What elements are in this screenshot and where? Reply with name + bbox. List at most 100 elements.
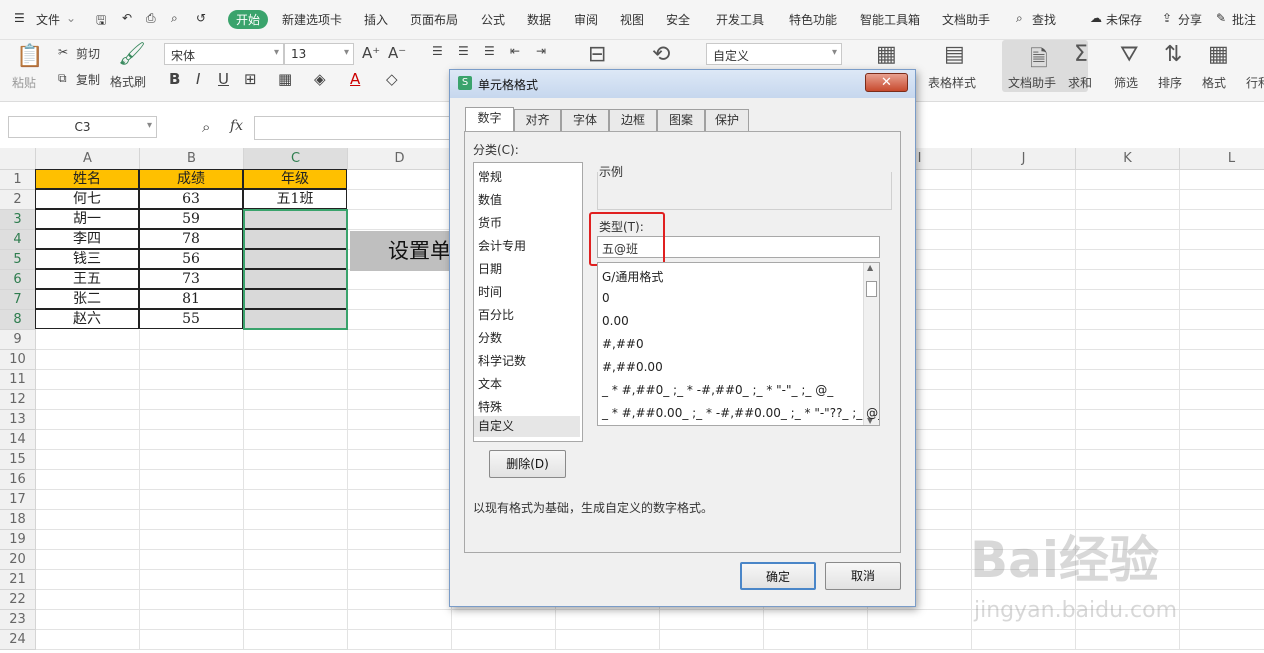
- cell[interactable]: [348, 290, 452, 310]
- row-header-7[interactable]: 7: [0, 290, 36, 310]
- row-header-3[interactable]: 3: [0, 210, 36, 230]
- category-item[interactable]: 百分比: [478, 306, 514, 323]
- font-size-select[interactable]: 13: [284, 43, 354, 65]
- category-item[interactable]: 时间: [478, 283, 502, 300]
- tab-review[interactable]: 审阅: [574, 11, 598, 28]
- cell[interactable]: [140, 630, 244, 650]
- cell[interactable]: [972, 350, 1076, 370]
- cell[interactable]: [36, 550, 140, 570]
- cell[interactable]: [36, 430, 140, 450]
- row-header-11[interactable]: 11: [0, 370, 36, 390]
- row-header-19[interactable]: 19: [0, 530, 36, 550]
- cell[interactable]: [972, 210, 1076, 230]
- cell[interactable]: [1076, 230, 1180, 250]
- bold-icon[interactable]: B: [169, 70, 180, 88]
- cell[interactable]: [972, 270, 1076, 290]
- row-header-18[interactable]: 18: [0, 510, 36, 530]
- cell[interactable]: [244, 510, 348, 530]
- undo-history-icon[interactable]: ↶: [122, 11, 132, 25]
- cell[interactable]: [764, 610, 868, 630]
- rowcol-button[interactable]: 行和: [1246, 74, 1264, 91]
- tab-data[interactable]: 数据: [527, 11, 551, 28]
- row-header-5[interactable]: 5: [0, 250, 36, 270]
- name-box[interactable]: C3: [8, 116, 157, 138]
- cell[interactable]: [36, 490, 140, 510]
- cell[interactable]: [36, 590, 140, 610]
- row-header-13[interactable]: 13: [0, 410, 36, 430]
- dialog-tab[interactable]: 字体: [561, 109, 609, 131]
- cell[interactable]: [36, 350, 140, 370]
- cell[interactable]: [140, 350, 244, 370]
- format-item[interactable]: 0.00: [602, 314, 629, 328]
- cell[interactable]: [348, 410, 452, 430]
- row-header-17[interactable]: 17: [0, 490, 36, 510]
- row-header-1[interactable]: 1: [0, 170, 36, 190]
- cell[interactable]: [36, 390, 140, 410]
- cell[interactable]: [140, 430, 244, 450]
- print-icon[interactable]: ⎙: [146, 11, 156, 26]
- cell[interactable]: [244, 630, 348, 650]
- merge-icon[interactable]: ⊟: [588, 42, 606, 67]
- cell[interactable]: [1180, 430, 1264, 450]
- unsaved-status[interactable]: 未保存: [1106, 11, 1142, 28]
- cell[interactable]: [556, 630, 660, 650]
- cell[interactable]: [348, 550, 452, 570]
- tab-home[interactable]: 开始: [228, 10, 269, 29]
- cell[interactable]: [972, 370, 1076, 390]
- file-menu[interactable]: 文件: [36, 11, 60, 28]
- cell[interactable]: [140, 590, 244, 610]
- table-cell[interactable]: 胡一: [35, 209, 139, 229]
- cell[interactable]: [1180, 350, 1264, 370]
- cell[interactable]: [348, 430, 452, 450]
- tab-features[interactable]: 特色功能: [789, 11, 837, 28]
- cell[interactable]: [36, 370, 140, 390]
- format-item[interactable]: 0: [602, 291, 610, 305]
- table-cell[interactable]: 钱三: [35, 249, 139, 269]
- category-item[interactable]: 自定义: [474, 416, 580, 437]
- indent-decrease-icon[interactable]: ⇤: [510, 44, 520, 58]
- row-header-24[interactable]: 24: [0, 630, 36, 650]
- cell[interactable]: [348, 190, 452, 210]
- category-item[interactable]: 会计专用: [478, 237, 526, 254]
- cell[interactable]: [244, 470, 348, 490]
- cell[interactable]: [1076, 330, 1180, 350]
- cell[interactable]: [348, 590, 452, 610]
- cell[interactable]: [972, 230, 1076, 250]
- table-cell[interactable]: [243, 309, 347, 329]
- cell[interactable]: [1180, 410, 1264, 430]
- cell[interactable]: [36, 450, 140, 470]
- cell[interactable]: [348, 170, 452, 190]
- sum-button[interactable]: 求和: [1068, 74, 1092, 91]
- cell[interactable]: [1076, 450, 1180, 470]
- row-header-15[interactable]: 15: [0, 450, 36, 470]
- row-header-4[interactable]: 4: [0, 230, 36, 250]
- tab-formula[interactable]: 公式: [481, 11, 505, 28]
- paste-button[interactable]: 粘贴: [12, 74, 36, 91]
- column-header-L[interactable]: L: [1180, 148, 1264, 170]
- cell[interactable]: [972, 430, 1076, 450]
- cell[interactable]: [1180, 370, 1264, 390]
- cell[interactable]: [660, 610, 764, 630]
- cut-icon[interactable]: ✂: [58, 45, 68, 59]
- cell[interactable]: [1180, 390, 1264, 410]
- table-cell[interactable]: 何七: [35, 189, 139, 209]
- cell[interactable]: [140, 410, 244, 430]
- cell[interactable]: [140, 530, 244, 550]
- format-item[interactable]: _ * #,##0.00_ ;_ * -#,##0.00_ ;_ * "-"??…: [602, 406, 879, 420]
- zoom-icon[interactable]: ⌕: [202, 118, 210, 136]
- format-list[interactable]: ▲ ▼ G/通用格式 0 0.00 #,##0 #,##0.00 _ * #,##0_ ;…: [597, 262, 880, 426]
- cell[interactable]: [1180, 290, 1264, 310]
- table-cell[interactable]: 73: [139, 269, 243, 289]
- category-item[interactable]: 特殊: [478, 398, 502, 415]
- format-button[interactable]: 格式: [1202, 74, 1226, 91]
- number-format-select[interactable]: 自定义: [706, 43, 842, 65]
- filter-icon[interactable]: ⛛: [1120, 42, 1138, 67]
- column-header-D[interactable]: D: [348, 148, 452, 170]
- fill-pattern-icon[interactable]: ▦: [278, 70, 292, 88]
- undo-icon[interactable]: ↺: [196, 11, 206, 25]
- cancel-button[interactable]: 取消: [825, 562, 901, 590]
- dialog-titlebar[interactable]: S 单元格格式 ✕: [450, 70, 915, 98]
- cell[interactable]: [1180, 210, 1264, 230]
- wrap-icon[interactable]: ⟲: [652, 42, 670, 67]
- cell[interactable]: [1076, 250, 1180, 270]
